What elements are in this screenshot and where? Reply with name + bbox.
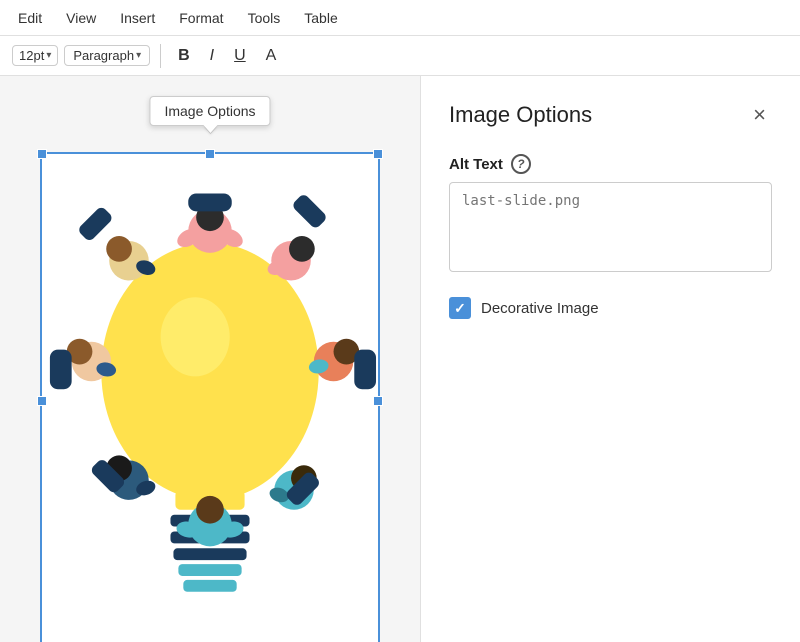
decorative-image-row: ✓ Decorative Image <box>449 297 772 319</box>
font-color-button[interactable]: A <box>259 44 284 68</box>
handle-middle-left[interactable] <box>37 396 47 406</box>
handle-top-right[interactable] <box>373 149 383 159</box>
menu-view[interactable]: View <box>56 6 106 30</box>
handle-top-left[interactable] <box>37 149 47 159</box>
checkmark-icon: ✓ <box>454 300 466 317</box>
underline-button[interactable]: U <box>227 44 253 68</box>
paragraph-style-selector[interactable]: Paragraph ▾ <box>64 45 150 66</box>
font-size-value: 12pt <box>19 48 44 63</box>
bold-button[interactable]: B <box>171 44 197 68</box>
tooltip-text: Image Options <box>164 103 255 119</box>
menu-table[interactable]: Table <box>294 6 347 30</box>
illustration-svg <box>42 154 378 642</box>
alt-text-section-label: Alt Text ? <box>449 154 772 174</box>
font-size-chevron-icon: ▾ <box>46 50 51 61</box>
alt-text-input[interactable] <box>449 182 772 272</box>
editor-area: Image Options <box>0 76 420 642</box>
decorative-image-checkbox[interactable]: ✓ <box>449 297 471 319</box>
help-icon-label: ? <box>517 157 524 171</box>
panel-title: Image Options <box>449 102 592 128</box>
main-area: Image Options <box>0 76 800 642</box>
font-size-selector[interactable]: 12pt ▾ <box>12 45 58 66</box>
paragraph-chevron-icon: ▾ <box>136 50 141 61</box>
menu-tools[interactable]: Tools <box>238 6 291 30</box>
alt-text-label-text: Alt Text <box>449 156 503 173</box>
menu-format[interactable]: Format <box>169 6 233 30</box>
image-placeholder <box>42 154 378 642</box>
menu-insert[interactable]: Insert <box>110 6 165 30</box>
paragraph-style-label: Paragraph <box>73 48 134 63</box>
right-panel: Image Options × Alt Text ? ✓ Decorative … <box>420 76 800 642</box>
toolbar-divider-1 <box>160 44 161 68</box>
menubar: Edit View Insert Format Tools Table <box>0 0 800 36</box>
image-container[interactable] <box>40 152 380 642</box>
toolbar: 12pt ▾ Paragraph ▾ B I U A <box>0 36 800 76</box>
italic-button[interactable]: I <box>203 44 221 68</box>
decorative-image-label: Decorative Image <box>481 300 599 317</box>
handle-middle-right[interactable] <box>373 396 383 406</box>
menu-edit[interactable]: Edit <box>8 6 52 30</box>
panel-header: Image Options × <box>449 100 772 130</box>
handle-top-center[interactable] <box>205 149 215 159</box>
alt-text-help-icon[interactable]: ? <box>511 154 531 174</box>
image-options-tooltip: Image Options <box>149 96 270 126</box>
close-button[interactable]: × <box>747 100 772 130</box>
